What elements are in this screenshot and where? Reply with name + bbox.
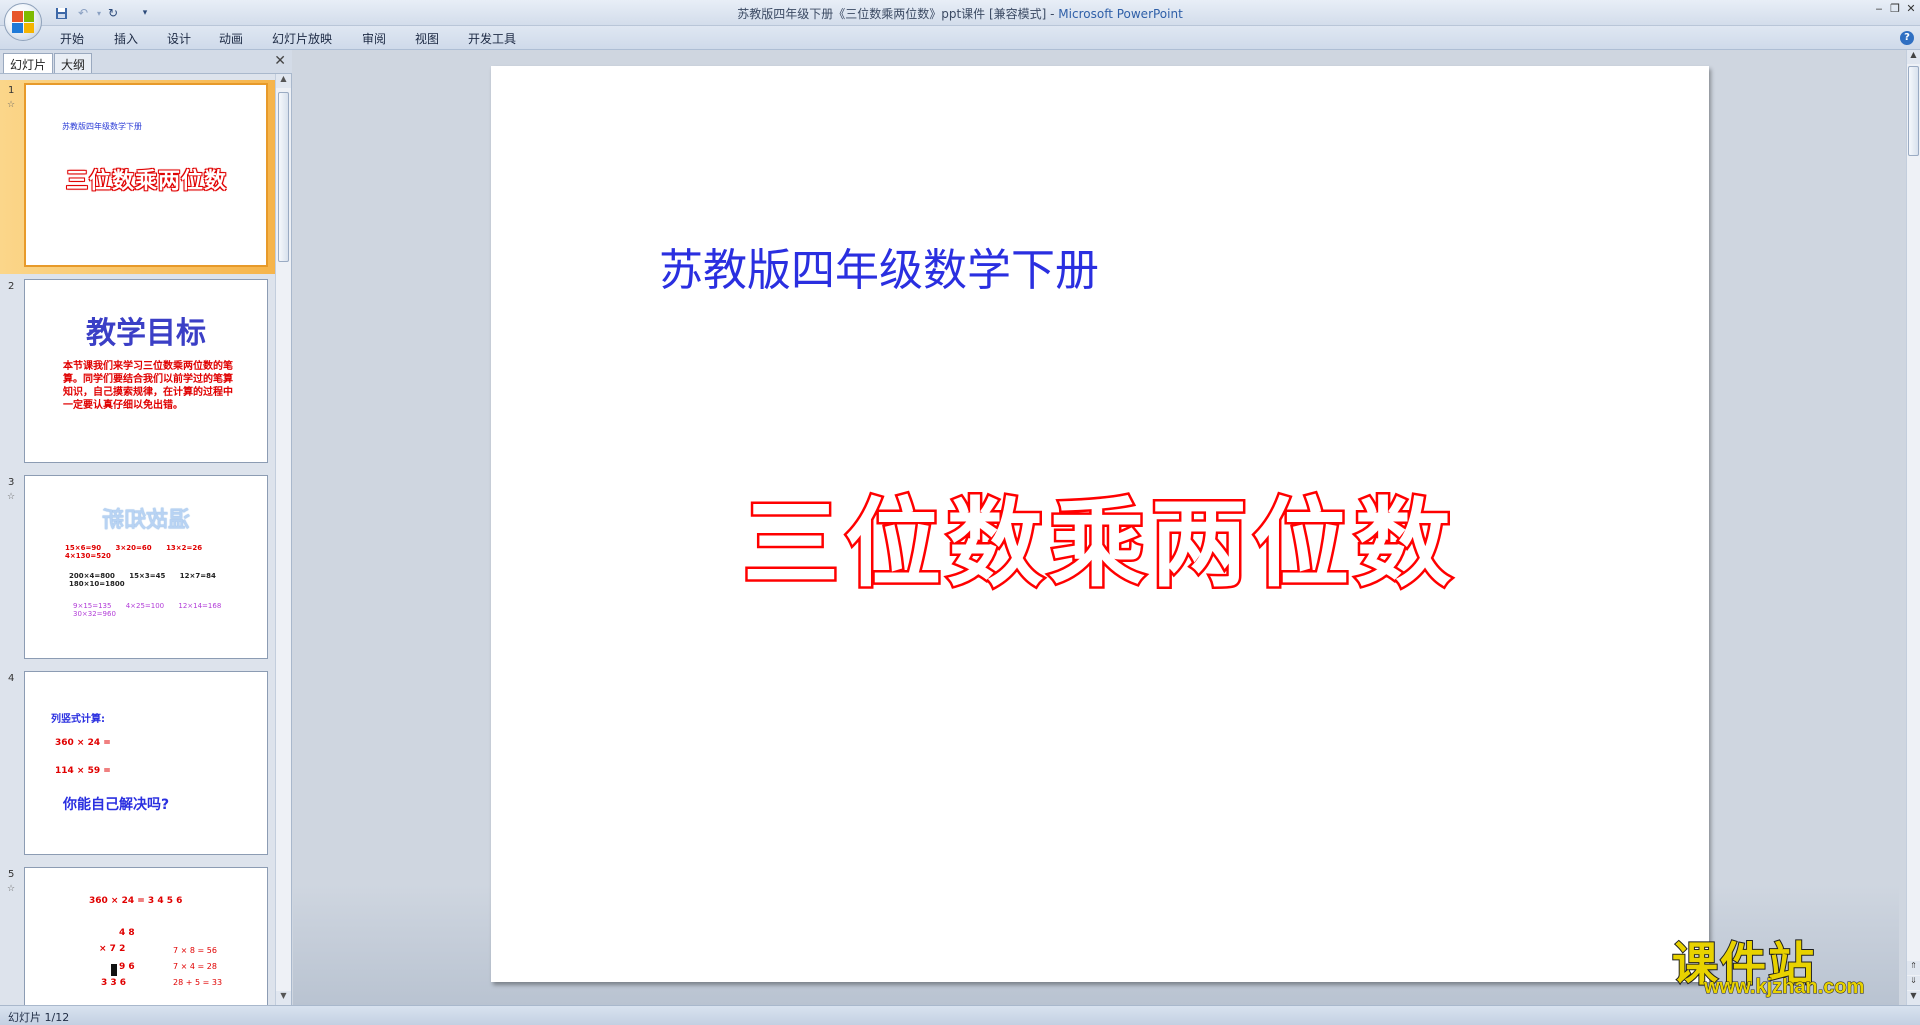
slide-thumb-1[interactable]: 1 ☆ 苏教版四年级数学下册 三位数乘两位数 xyxy=(0,80,276,274)
thumb-frame: 温故知新 15×6=90 3×20=60 13×2=26 4×130=520 2… xyxy=(24,475,268,659)
thumb-line: 114 × 59 = xyxy=(55,766,111,776)
tab-insert[interactable]: 插入 xyxy=(114,30,138,47)
thumb-frame: 列竖式计算: 360 × 24 = 114 × 59 = 你能自己解决吗? xyxy=(24,671,268,855)
cursor-marker xyxy=(111,964,117,976)
thumb-frame: 苏教版四年级数学下册 三位数乘两位数 xyxy=(24,83,268,267)
tab-view[interactable]: 视图 xyxy=(415,30,439,47)
thumb-cell: 4×25=100 xyxy=(125,602,165,610)
animation-star-icon: ☆ xyxy=(7,884,16,894)
thumb-title: 教学目标 xyxy=(86,316,206,351)
slide-number: 1 xyxy=(8,85,15,96)
thumb-body: 本节课我们来学习三位数乘两位数的笔算。同学们要结合我们以前学过的笔算知识，自己摸… xyxy=(63,361,233,411)
panel-tabs: 幻灯片 大纲 ✕ xyxy=(0,50,292,74)
animation-star-icon: ☆ xyxy=(7,492,16,502)
title-bar: ↶ ▾ ↻ ▾ 苏教版四年级下册《三位数乘两位数》ppt课件 [兼容模式] - … xyxy=(0,0,1920,41)
tab-outline[interactable]: 大纲 xyxy=(54,53,93,73)
slide-title[interactable]: 三位数乘两位数 xyxy=(491,466,1709,605)
thumb-line: 3 3 6 xyxy=(101,978,127,988)
tab-review[interactable]: 审阅 xyxy=(362,30,386,47)
scroll-up-icon[interactable]: ▲ xyxy=(1907,50,1920,64)
thumb-row: 200×4=800 15×3=45 12×7=84 180×10=1800 xyxy=(69,572,267,588)
thumbnail-scrollbar[interactable]: ▲ ▼ xyxy=(275,74,291,1005)
scroll-down-icon[interactable]: ▼ xyxy=(276,991,291,1005)
thumb-line: × 7 2 xyxy=(99,944,126,954)
scroll-thumb[interactable] xyxy=(278,92,289,262)
window-title: 苏教版四年级下册《三位数乘两位数》ppt课件 [兼容模式] - Microsof… xyxy=(0,5,1920,22)
thumb-frame: 教学目标 本节课我们来学习三位数乘两位数的笔算。同学们要结合我们以前学过的笔算知… xyxy=(24,279,268,463)
slides-panel: 幻灯片 大纲 ✕ 1 ☆ 苏教版四年级数学下册 三位数乘两位数 2 教学目标 本… xyxy=(0,50,292,1005)
previous-slide-icon[interactable]: ⇑ xyxy=(1907,961,1920,975)
thumb-title: 三位数乘两位数 xyxy=(66,169,228,194)
slide-subtitle[interactable]: 苏教版四年级数学下册 xyxy=(659,234,1099,298)
thumb-cell: 12×7=84 xyxy=(179,572,216,580)
thumb-cell: 3×20=60 xyxy=(115,544,152,552)
scroll-thumb[interactable] xyxy=(1908,66,1919,156)
slide-number: 4 xyxy=(8,673,15,684)
tab-home[interactable]: 开始 xyxy=(60,30,84,47)
status-bar: 幻灯片 1/12 xyxy=(0,1005,1920,1025)
thumb-line: 7 × 8 = 56 xyxy=(173,946,217,955)
slide-number: 3 xyxy=(8,477,15,488)
tab-slides[interactable]: 幻灯片 xyxy=(3,53,54,73)
thumb-frame: 360 × 24 = 3 4 5 6 4 8 × 7 2 9 6 3 3 6 7… xyxy=(24,867,268,1005)
thumb-line: 360 × 24 = 3 4 5 6 xyxy=(89,896,183,906)
tab-slideshow[interactable]: 幻灯片放映 xyxy=(272,30,332,47)
office-logo-icon xyxy=(12,11,34,33)
slide-number: 2 xyxy=(8,281,15,292)
thumb-cell: 12×14=168 xyxy=(178,602,222,610)
slide-thumb-2[interactable]: 2 教学目标 本节课我们来学习三位数乘两位数的笔算。同学们要结合我们以前学过的笔… xyxy=(0,276,276,470)
thumb-line: 7 × 4 = 28 xyxy=(173,962,217,971)
slide-editing-area: 苏教版四年级数学下册 三位数乘两位数 xyxy=(293,50,1899,1005)
help-icon[interactable]: ? xyxy=(1900,31,1914,45)
current-slide[interactable]: 苏教版四年级数学下册 三位数乘两位数 xyxy=(491,66,1709,982)
tab-animations[interactable]: 动画 xyxy=(219,30,243,47)
vertical-scrollbar[interactable]: ▲ ⇑ ⇓ ▼ xyxy=(1906,50,1920,1005)
thumb-cell: 4×130=520 xyxy=(65,552,111,560)
thumb-cell: 15×3=45 xyxy=(129,572,166,580)
document-title: 苏教版四年级下册《三位数乘两位数》ppt课件 [兼容模式] - xyxy=(737,7,1059,21)
thumb-cell: 13×2=26 xyxy=(166,544,203,552)
thumb-heading: 列竖式计算: xyxy=(51,714,105,725)
slide-thumbnails: 1 ☆ 苏教版四年级数学下册 三位数乘两位数 2 教学目标 本节课我们来学习三位… xyxy=(0,74,276,1005)
slide-thumb-5[interactable]: 5 ☆ 360 × 24 = 3 4 5 6 4 8 × 7 2 9 6 3 3… xyxy=(0,864,276,1005)
tab-design[interactable]: 设计 xyxy=(167,30,191,47)
slide-thumb-4[interactable]: 4 列竖式计算: 360 × 24 = 114 × 59 = 你能自己解决吗? xyxy=(0,668,276,862)
thumb-cell: 30×32=960 xyxy=(73,610,116,618)
thumb-subtitle: 苏教版四年级数学下册 xyxy=(62,122,142,131)
thumb-question: 你能自己解决吗? xyxy=(63,797,170,813)
app-name: Microsoft PowerPoint xyxy=(1058,7,1183,21)
thumb-line: 360 × 24 = xyxy=(55,738,111,748)
thumb-cell: 200×4=800 xyxy=(69,572,115,580)
close-icon[interactable]: ✕ xyxy=(1902,2,1920,16)
slide-count-status: 幻灯片 1/12 xyxy=(8,1011,70,1024)
thumb-row: 15×6=90 3×20=60 13×2=26 4×130=520 xyxy=(65,544,267,560)
thumb-line: 28 + 5 = 33 xyxy=(173,978,223,987)
ribbon-tab-bar: 开始 插入 设计 动画 幻灯片放映 审阅 视图 开发工具 ? xyxy=(0,26,1920,50)
slide-thumb-3[interactable]: 3 ☆ 温故知新 15×6=90 3×20=60 13×2=26 4×130=5… xyxy=(0,472,276,666)
next-slide-icon[interactable]: ⇓ xyxy=(1907,976,1920,990)
animation-star-icon: ☆ xyxy=(7,100,16,110)
thumb-cell: 180×10=1800 xyxy=(69,580,125,588)
office-button[interactable] xyxy=(4,3,42,41)
thumb-cell: 15×6=90 xyxy=(65,544,102,552)
thumb-line: 4 8 xyxy=(119,928,135,938)
tab-developer[interactable]: 开发工具 xyxy=(468,30,516,47)
scroll-up-icon[interactable]: ▲ xyxy=(276,74,291,88)
thumb-line: 9 6 xyxy=(119,962,135,972)
slide-number: 5 xyxy=(8,869,15,880)
close-panel-icon[interactable]: ✕ xyxy=(274,53,286,69)
watermark-logo: 课件站 www.kjzhan.com xyxy=(1668,928,1898,1000)
scroll-down-icon[interactable]: ▼ xyxy=(1907,991,1920,1005)
watermark-url: www.kjzhan.com xyxy=(1703,976,1865,999)
thumb-cell: 9×15=135 xyxy=(73,602,112,610)
thumb-row: 9×15=135 4×25=100 12×14=168 30×32=960 xyxy=(73,602,267,618)
thumb-title: 温故知新 xyxy=(102,508,191,533)
